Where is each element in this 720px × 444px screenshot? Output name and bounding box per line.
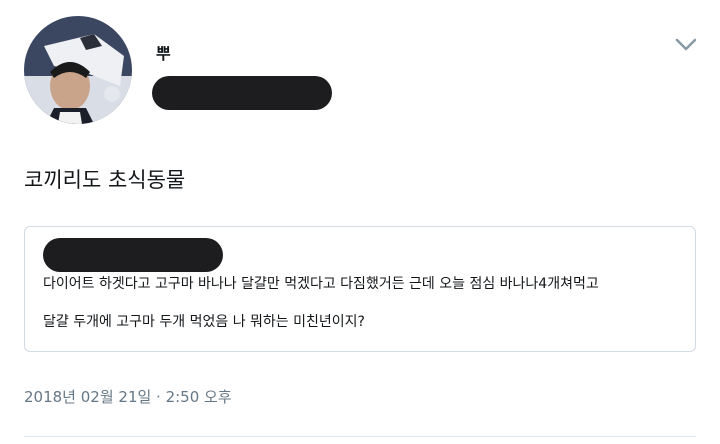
avatar-image — [24, 16, 132, 124]
tweet-text: 코끼리도 초식동물 — [24, 168, 186, 192]
redacted-quoted-author — [43, 238, 223, 272]
divider — [24, 436, 696, 437]
avatar[interactable] — [24, 16, 132, 124]
chevron-down-icon[interactable] — [674, 34, 698, 54]
display-name[interactable]: 뿌 — [156, 44, 171, 64]
quoted-tweet-text-line-1: 다이어트 하겟다고 고구마 바나나 달걀만 먹겠다고 다짐했거든 근데 오늘 점… — [43, 276, 599, 292]
redacted-handle — [152, 76, 332, 110]
quoted-tweet[interactable]: 다이어트 하겟다고 고구마 바나나 달걀만 먹겠다고 다짐했거든 근데 오늘 점… — [24, 226, 696, 352]
quoted-tweet-text-line-2: 달걀 두개에 고구마 두개 먹었음 나 뭐하는 미친년이지? — [43, 314, 365, 330]
tweet-timestamp[interactable]: 2018년 02월 21일 · 2:50 오후 — [24, 386, 232, 408]
